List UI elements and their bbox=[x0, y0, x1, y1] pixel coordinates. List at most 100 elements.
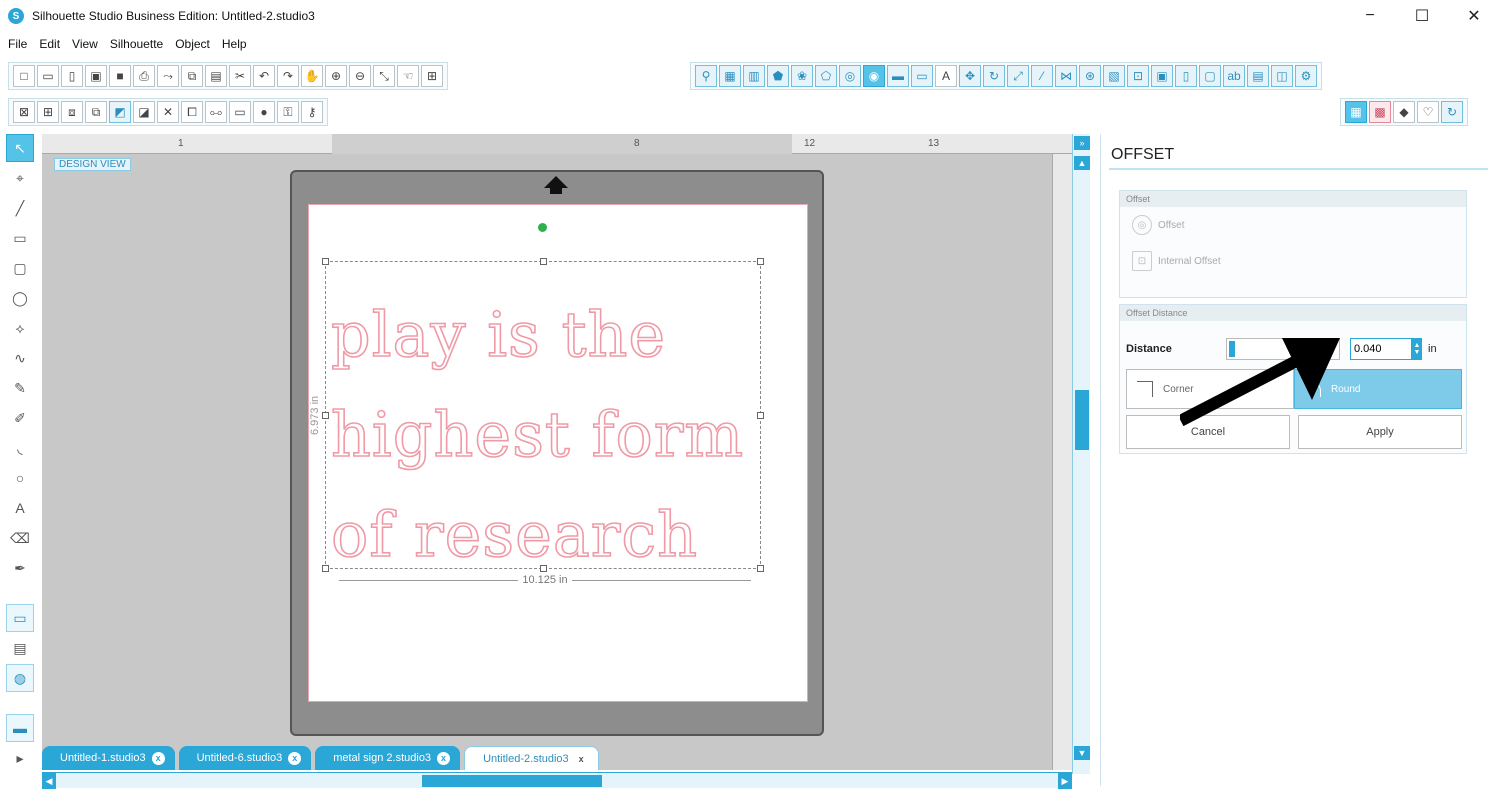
group-icon[interactable]: ⊠ bbox=[13, 101, 35, 123]
design-page-icon[interactable]: ▭ bbox=[6, 604, 34, 632]
design-view-icon[interactable]: ▦ bbox=[1345, 101, 1367, 123]
page[interactable]: play is the highest form of research 10.… bbox=[308, 204, 808, 702]
tab-untitled-6[interactable]: Untitled-6.studio3 x bbox=[178, 746, 312, 770]
arc-icon[interactable]: ◟ bbox=[6, 434, 34, 462]
vertical-scrollbar[interactable]: » ▲ ▼ bbox=[1072, 134, 1090, 774]
freehand-icon[interactable]: ✎ bbox=[6, 374, 34, 402]
store-icon[interactable]: ⊡ bbox=[1127, 65, 1149, 87]
fit-icon[interactable]: ⊞ bbox=[421, 65, 443, 87]
grid-icon[interactable]: ▦ bbox=[719, 65, 741, 87]
hand-icon[interactable]: ☜ bbox=[397, 65, 419, 87]
zoom-in-icon[interactable]: ⊕ bbox=[325, 65, 347, 87]
scroll-expand-icon[interactable]: » bbox=[1074, 136, 1090, 150]
save-icon[interactable]: ▣ bbox=[85, 65, 107, 87]
tab-close-icon[interactable]: x bbox=[151, 751, 165, 765]
rotate-icon[interactable]: ↻ bbox=[983, 65, 1005, 87]
resize-handle[interactable] bbox=[322, 565, 329, 572]
resize-handle[interactable] bbox=[322, 258, 329, 265]
offset-option[interactable]: ◎ Offset bbox=[1120, 207, 1466, 243]
scale-icon[interactable]: ⤢ bbox=[1007, 65, 1029, 87]
distance-stepper[interactable]: ▲ ▼ bbox=[1412, 338, 1422, 360]
heart-icon[interactable]: ♡ bbox=[1417, 101, 1439, 123]
scroll-thumb[interactable] bbox=[422, 775, 602, 787]
print-cut-icon[interactable]: ▯ bbox=[1175, 65, 1197, 87]
trace-icon[interactable]: ⊛ bbox=[1079, 65, 1101, 87]
text-tool-icon[interactable]: A bbox=[6, 494, 34, 522]
eraser-icon[interactable]: ⌫ bbox=[6, 524, 34, 552]
tab-untitled-1[interactable]: Untitled-1.studio3 x bbox=[42, 746, 175, 770]
distance-input[interactable] bbox=[1350, 338, 1412, 360]
tab-metal-sign-2[interactable]: metal sign 2.studio3 x bbox=[315, 746, 461, 770]
open-icon[interactable]: ▭ bbox=[37, 65, 59, 87]
menu-file[interactable]: File bbox=[8, 37, 27, 51]
rounded-rect-icon[interactable]: ▢ bbox=[6, 254, 34, 282]
fill-icon[interactable]: ⬟ bbox=[767, 65, 789, 87]
pan-icon[interactable]: ✋ bbox=[301, 65, 323, 87]
select-icon[interactable]: ↖ bbox=[6, 134, 34, 162]
paste-icon[interactable]: ▤ bbox=[205, 65, 227, 87]
unlock-icon[interactable]: ⚷ bbox=[301, 101, 323, 123]
template-icon[interactable]: ▯ bbox=[61, 65, 83, 87]
align-icon[interactable]: ▥ bbox=[743, 65, 765, 87]
tab-close-icon[interactable]: x bbox=[437, 751, 451, 765]
tab-untitled-2[interactable]: Untitled-2.studio3 x bbox=[464, 746, 599, 770]
curve-icon[interactable]: ∿ bbox=[6, 344, 34, 372]
undo-icon[interactable]: ↶ bbox=[253, 65, 275, 87]
layers-icon[interactable]: ▤ bbox=[1247, 65, 1269, 87]
lock-icon[interactable]: ⚿ bbox=[277, 101, 299, 123]
redo-icon[interactable]: ↷ bbox=[277, 65, 299, 87]
transform-icon[interactable]: ✥ bbox=[959, 65, 981, 87]
release-icon[interactable]: ⧉ bbox=[85, 101, 107, 123]
store-globe-icon[interactable]: ◍ bbox=[6, 664, 34, 692]
design-store-icon[interactable]: ▣ bbox=[1151, 65, 1173, 87]
close-button[interactable]: ✕ bbox=[1448, 0, 1500, 32]
resize-handle[interactable] bbox=[540, 258, 547, 265]
delete-icon[interactable]: ✕ bbox=[157, 101, 179, 123]
media-icon[interactable]: ▢ bbox=[1199, 65, 1221, 87]
polygon-icon[interactable]: ⟡ bbox=[6, 314, 34, 342]
circle-icon[interactable]: ● bbox=[253, 101, 275, 123]
zoom-out-icon[interactable]: ⊖ bbox=[349, 65, 371, 87]
text-style-icon[interactable]: A bbox=[935, 65, 957, 87]
design-canvas[interactable]: 1 8 12 13 DESIGN VIEW play is the highes… bbox=[42, 134, 1072, 770]
design-text-object[interactable]: play is the highest form of research bbox=[330, 285, 771, 585]
text-icon[interactable]: ab bbox=[1223, 65, 1245, 87]
smooth-icon[interactable]: ✐ bbox=[6, 404, 34, 432]
replicate-icon[interactable]: ▬ bbox=[887, 65, 909, 87]
internal-offset-option[interactable]: ⊡ Internal Offset bbox=[1120, 243, 1466, 279]
page-settings-icon[interactable]: ⚲ bbox=[695, 65, 717, 87]
ungroup-icon[interactable]: ⊞ bbox=[37, 101, 59, 123]
menu-object[interactable]: Object bbox=[175, 37, 210, 51]
send-icon[interactable]: ⤳ bbox=[157, 65, 179, 87]
settings-icon[interactable]: ⚙ bbox=[1295, 65, 1317, 87]
weld-icon[interactable]: ⋈ bbox=[1055, 65, 1077, 87]
rectangle-icon[interactable]: ▭ bbox=[6, 224, 34, 252]
duplicate-icon[interactable]: ⧠ bbox=[181, 101, 203, 123]
pattern-icon[interactable]: ◎ bbox=[839, 65, 861, 87]
play-icon[interactable]: ▸ bbox=[6, 744, 34, 772]
panel-toggle-icon[interactable]: ▬ bbox=[6, 714, 34, 742]
rotate-handle[interactable] bbox=[538, 223, 547, 232]
point-edit-icon[interactable]: ⌖ bbox=[6, 164, 34, 192]
new-icon[interactable]: □ bbox=[13, 65, 35, 87]
scroll-down-icon[interactable]: ▼ bbox=[1074, 746, 1090, 760]
scroll-up-icon[interactable]: ▲ bbox=[1074, 156, 1090, 170]
resize-handle[interactable] bbox=[322, 412, 329, 419]
mirror-icon[interactable]: ⧟ bbox=[205, 101, 227, 123]
offset-icon[interactable]: ◉ bbox=[863, 65, 885, 87]
scroll-thumb[interactable] bbox=[1075, 390, 1089, 450]
tab-close-icon[interactable]: x bbox=[288, 751, 302, 765]
menu-view[interactable]: View bbox=[72, 37, 98, 51]
library-icon[interactable]: ▧ bbox=[1103, 65, 1125, 87]
bring-forward-icon[interactable]: ◩ bbox=[109, 101, 131, 123]
resize-handle[interactable] bbox=[757, 258, 764, 265]
scroll-right-icon[interactable]: ▶ bbox=[1058, 773, 1072, 789]
modify-icon[interactable]: ▭ bbox=[911, 65, 933, 87]
send-back-icon[interactable]: ◪ bbox=[133, 101, 155, 123]
cut-icon[interactable]: ✂ bbox=[229, 65, 251, 87]
flip-icon[interactable]: ▭ bbox=[229, 101, 251, 123]
menu-help[interactable]: Help bbox=[222, 37, 247, 51]
print-icon[interactable]: ⎙ bbox=[133, 65, 155, 87]
ellipse-icon[interactable]: ◯ bbox=[6, 284, 34, 312]
copy-icon[interactable]: ⧉ bbox=[181, 65, 203, 87]
